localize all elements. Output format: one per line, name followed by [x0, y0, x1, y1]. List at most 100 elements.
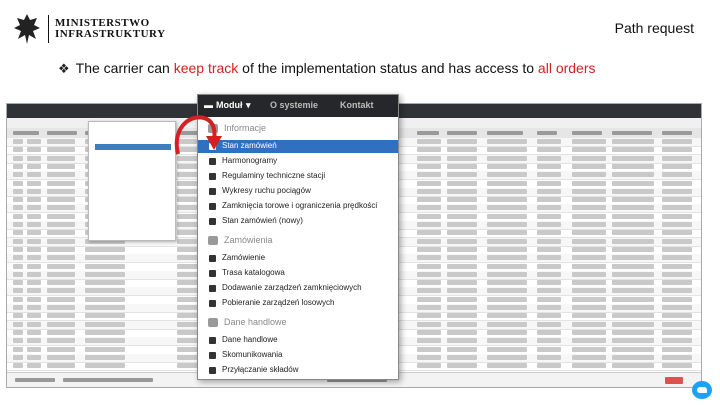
menu-item-dodawanie-zarzadzen[interactable]: Dodawanie zarządzeń zamknięciowych — [198, 282, 398, 295]
menu-item-stan-zamowien-nowy[interactable]: Stan zamówień (nowy) — [198, 215, 398, 228]
logo-text: MINISTERSTWO INFRASTRUKTURY — [55, 18, 166, 40]
table-cell — [47, 246, 75, 252]
table-cell — [417, 321, 441, 327]
logo-separator — [48, 15, 49, 43]
table-cell — [417, 139, 441, 144]
table-cell — [662, 147, 692, 153]
section-zamowienia: Zamówienia — [224, 235, 273, 245]
table-cell — [487, 163, 527, 169]
menu-item-trasa-katalogowa[interactable]: Trasa katalogowa — [198, 267, 398, 280]
table-cell — [612, 363, 654, 369]
kontakt-link[interactable]: Kontakt — [340, 100, 374, 110]
table-cell — [537, 147, 561, 153]
table-cell — [612, 255, 654, 261]
table-cell — [27, 238, 41, 244]
table-cell — [27, 139, 41, 144]
table-cell — [662, 354, 692, 360]
menu-item-zamkniecia[interactable]: Zamknięcia torowe i ograniczenia prędkoś… — [198, 200, 398, 213]
table-cell — [13, 271, 23, 277]
table-cell — [572, 363, 606, 369]
table-cell — [662, 197, 692, 203]
table-cell — [47, 230, 75, 236]
small-menu-item[interactable] — [95, 126, 171, 132]
table-cell — [13, 147, 23, 153]
table-cell — [612, 155, 654, 161]
table-cell — [85, 305, 125, 310]
table-cell — [27, 263, 41, 269]
modul-dropdown[interactable]: Moduł — [216, 100, 243, 110]
export-button[interactable] — [665, 377, 683, 384]
table-cell — [447, 338, 477, 344]
table-cell — [662, 338, 692, 344]
table-cell — [47, 155, 75, 161]
table-cell — [47, 313, 75, 319]
table-cell — [572, 172, 606, 178]
table-cell — [447, 329, 477, 335]
table-cell — [27, 329, 41, 335]
table-cell — [612, 238, 654, 244]
orders-section-icon — [208, 236, 218, 245]
table-cell — [85, 363, 125, 369]
menu-item-pobieranie-zarzadzen[interactable]: Pobieranie zarządzeń losowych — [198, 297, 398, 310]
small-menu-item-selected[interactable] — [95, 144, 171, 150]
table-cell — [417, 255, 441, 261]
section-informacje: Informacje — [224, 123, 267, 133]
table-cell — [417, 338, 441, 344]
table-cell — [85, 280, 125, 286]
caret-down-icon[interactable]: ▾ — [246, 100, 251, 111]
menu-item-zamowienie[interactable]: Zamówienie — [198, 252, 398, 265]
eagle-emblem-icon — [14, 14, 40, 44]
table-cell — [47, 172, 75, 178]
menu-item-dane-handlowe[interactable]: Dane handlowe — [198, 334, 398, 347]
table-cell — [85, 329, 125, 335]
table-cell — [537, 238, 561, 244]
table-cell — [572, 329, 606, 335]
table-cell — [572, 163, 606, 169]
table-cell — [537, 296, 561, 302]
table-cell — [47, 255, 75, 261]
table-cell — [447, 313, 477, 319]
table-cell — [417, 163, 441, 169]
table-cell — [27, 147, 41, 153]
table-cell — [537, 139, 561, 144]
table-cell — [572, 230, 606, 236]
table-cell — [27, 313, 41, 319]
table-cell — [47, 288, 75, 294]
table-cell — [27, 197, 41, 203]
twitter-bird-icon — [692, 381, 712, 399]
table-cell — [612, 163, 654, 169]
small-menu-item[interactable] — [95, 134, 171, 140]
table-cell — [13, 230, 23, 236]
table-cell — [612, 222, 654, 227]
table-cell — [662, 363, 692, 369]
table-cell — [447, 296, 477, 302]
logo-line2: INFRASTRUKTURY — [55, 28, 166, 40]
table-cell — [572, 305, 606, 310]
table-cell — [612, 147, 654, 153]
table-cell — [13, 346, 23, 352]
small-dropdown-menu — [88, 121, 176, 241]
table-cell — [47, 321, 75, 327]
table-cell — [13, 205, 23, 211]
table-cell — [537, 163, 561, 169]
table-cell — [537, 338, 561, 344]
menu-item-skomunikowania[interactable]: Skomunikowania — [198, 349, 398, 362]
table-cell — [417, 288, 441, 294]
table-cell — [13, 238, 23, 244]
table-cell — [85, 321, 125, 327]
menu-item-przylaczanie-skladow[interactable]: Przyłączanie składów — [198, 364, 398, 377]
list-icon — [209, 285, 216, 292]
menu-item-regulaminy[interactable]: Regulaminy techniczne stacji — [198, 170, 398, 183]
table-cell — [662, 139, 692, 144]
menu-item-wykresy[interactable]: Wykresy ruchu pociągów — [198, 185, 398, 198]
table-cell — [612, 296, 654, 302]
table-cell — [417, 238, 441, 244]
table-cell — [612, 180, 654, 186]
table-cell — [447, 271, 477, 277]
table-cell — [27, 205, 41, 211]
table-cell — [572, 238, 606, 244]
table-cell — [487, 354, 527, 360]
table-cell — [417, 363, 441, 369]
o-systemie-link[interactable]: O systemie — [270, 100, 318, 110]
table-cell — [487, 288, 527, 294]
